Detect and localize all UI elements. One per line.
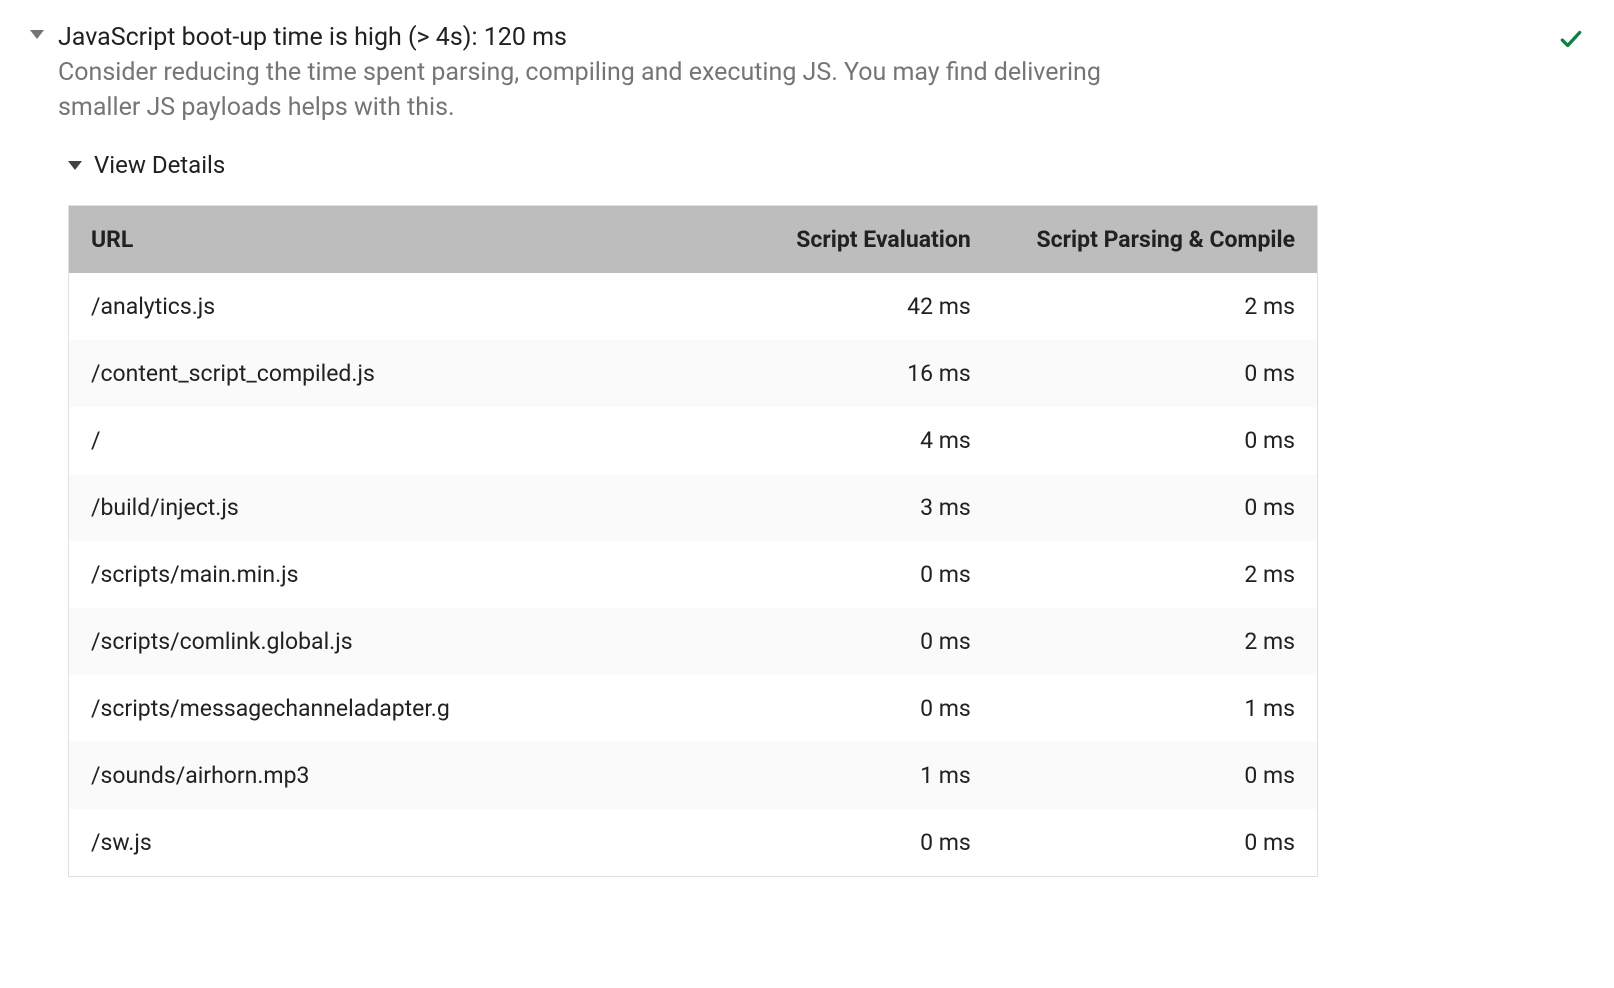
cell-parse: 0 ms [993,809,1318,877]
table-row: /analytics.js42 ms2 ms [69,273,1318,340]
cell-url: /sounds/airhorn.mp3 [69,742,669,809]
table-row: /scripts/messagechanneladapter.g0 ms1 ms [69,675,1318,742]
table-row: /build/inject.js3 ms0 ms [69,474,1318,541]
details-section: View Details URL Script Evaluation Scrip… [68,151,1584,877]
audit-left: JavaScript boot-up time is high (> 4s): … [30,20,1538,125]
details-table: URL Script Evaluation Script Parsing & C… [68,205,1318,877]
cell-eval: 0 ms [668,608,993,675]
table-row: /sw.js0 ms0 ms [69,809,1318,877]
cell-parse: 0 ms [993,474,1318,541]
cell-parse: 0 ms [993,407,1318,474]
expand-toggle-icon[interactable] [30,30,44,39]
cell-url: / [69,407,669,474]
cell-eval: 0 ms [668,675,993,742]
cell-eval: 42 ms [668,273,993,340]
table-row: /4 ms0 ms [69,407,1318,474]
details-toggle[interactable]: View Details [68,151,1584,179]
cell-parse: 2 ms [993,608,1318,675]
table-row: /content_script_compiled.js16 ms0 ms [69,340,1318,407]
table-row: /scripts/main.min.js0 ms2 ms [69,541,1318,608]
cell-url: /content_script_compiled.js [69,340,669,407]
col-header-eval: Script Evaluation [668,206,993,274]
chevron-down-icon [68,161,82,170]
cell-url: /scripts/comlink.global.js [69,608,669,675]
col-header-parse: Script Parsing & Compile [993,206,1318,274]
cell-parse: 2 ms [993,273,1318,340]
cell-eval: 0 ms [668,541,993,608]
cell-parse: 0 ms [993,742,1318,809]
cell-eval: 3 ms [668,474,993,541]
cell-url: /analytics.js [69,273,669,340]
cell-eval: 1 ms [668,742,993,809]
cell-url: /build/inject.js [69,474,669,541]
audit-header-row: JavaScript boot-up time is high (> 4s): … [30,20,1584,125]
cell-url: /scripts/main.min.js [69,541,669,608]
audit-content: JavaScript boot-up time is high (> 4s): … [58,20,1538,125]
cell-parse: 0 ms [993,340,1318,407]
audit-title: JavaScript boot-up time is high (> 4s): … [58,20,1538,55]
table-row: /scripts/comlink.global.js0 ms2 ms [69,608,1318,675]
table-header-row: URL Script Evaluation Script Parsing & C… [69,206,1318,274]
cell-url: /scripts/messagechanneladapter.g [69,675,669,742]
cell-parse: 1 ms [993,675,1318,742]
col-header-url: URL [69,206,669,274]
cell-eval: 0 ms [668,809,993,877]
cell-eval: 16 ms [668,340,993,407]
cell-url: /sw.js [69,809,669,877]
table-row: /sounds/airhorn.mp31 ms0 ms [69,742,1318,809]
check-icon [1558,26,1584,56]
audit-description: Consider reducing the time spent parsing… [58,55,1158,125]
details-label: View Details [94,151,225,179]
cell-parse: 2 ms [993,541,1318,608]
cell-eval: 4 ms [668,407,993,474]
